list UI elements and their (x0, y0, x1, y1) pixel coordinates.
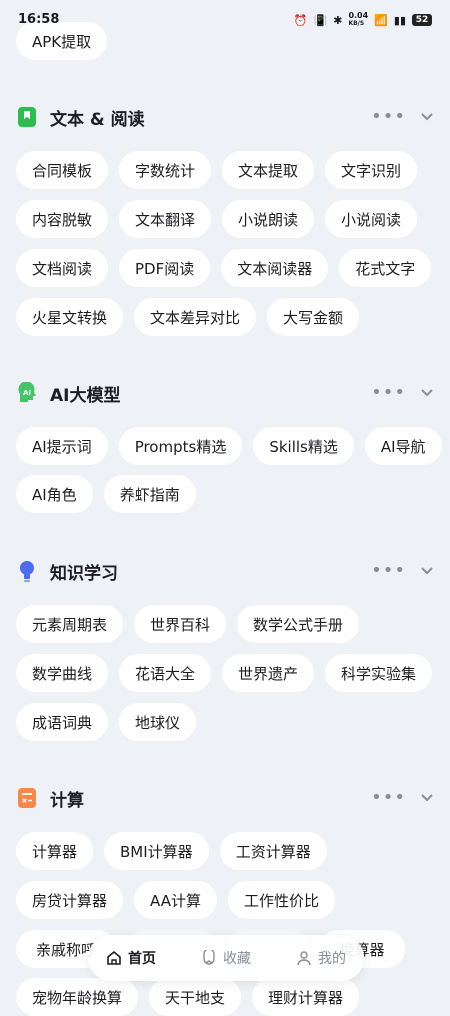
network-speed-unit: KB/S (348, 20, 365, 27)
user-icon (297, 951, 311, 966)
chip[interactable]: AI角色 (16, 475, 93, 513)
chevron-down-icon[interactable] (420, 791, 434, 805)
nav-home-label: 首页 (128, 951, 156, 967)
svg-text:AI: AI (23, 389, 31, 397)
nav-favorites-label: 收藏 (223, 951, 251, 967)
section-header-calculation: 计算 ••• (16, 783, 434, 813)
chip[interactable]: 文本差异对比 (134, 298, 257, 336)
alarm-icon: ⏰ (293, 13, 308, 27)
nav-favorites[interactable]: 收藏 (189, 939, 263, 977)
chip[interactable]: 花式文字 (339, 249, 432, 287)
bookmark-icon (16, 106, 38, 128)
chip[interactable]: 宠物年龄换算 (16, 978, 139, 1016)
chip[interactable]: 文档阅读 (16, 249, 109, 287)
chip[interactable]: Skills精选 (253, 427, 354, 465)
battery-icon: 52 (412, 14, 432, 26)
chip[interactable]: 养虾指南 (103, 475, 196, 513)
home-icon (107, 950, 121, 965)
section-title: 文本 & 阅读 (50, 109, 145, 130)
vibrate-icon: 📳 (313, 13, 328, 27)
nav-mine-label: 我的 (318, 951, 346, 967)
chip[interactable]: 元素周期表 (16, 605, 124, 643)
chip[interactable]: BMI计算器 (104, 832, 209, 870)
chip[interactable]: 内容脱敏 (16, 200, 109, 238)
chip[interactable]: 科学实验集 (325, 654, 433, 692)
signal-icon: ▮▮ (393, 13, 406, 27)
chip[interactable]: PDF阅读 (119, 249, 211, 287)
more-icon[interactable]: ••• (371, 384, 406, 402)
chip[interactable]: Prompts精选 (118, 427, 243, 465)
section-title: 计算 (50, 790, 84, 811)
chip[interactable]: 数学曲线 (16, 654, 109, 692)
section-header-text-reading: 文本 & 阅读 ••• (16, 102, 434, 132)
chip[interactable]: 小说朗读 (222, 200, 315, 238)
chip[interactable]: 地球仪 (119, 703, 197, 741)
chip[interactable]: 工作性价比 (227, 881, 335, 919)
chip[interactable]: 房贷计算器 (16, 881, 124, 919)
chip[interactable]: 文字识别 (325, 151, 418, 189)
chip[interactable]: 理财计算器 (252, 978, 360, 1016)
chip[interactable]: 数学公式手册 (237, 605, 360, 643)
status-time: 16:58 (18, 12, 60, 27)
chip[interactable]: AI导航 (364, 427, 442, 465)
chip[interactable]: 大写金额 (267, 298, 360, 336)
chip[interactable]: 工资计算器 (219, 832, 327, 870)
chip[interactable]: 世界遗产 (222, 654, 315, 692)
status-bar: 16:58 ⏰ 📳 ✱ 0.04 KB/S 📶 ▮▮ 52 (0, 0, 450, 40)
chip[interactable]: 成语词典 (16, 703, 109, 741)
nav-mine[interactable]: 我的 (284, 939, 358, 977)
more-icon[interactable]: ••• (371, 789, 406, 807)
chip[interactable]: AI提示词 (16, 427, 108, 465)
bluetooth-icon: ✱ (333, 13, 343, 27)
section-title: 知识学习 (50, 563, 118, 584)
bottom-nav: 首页 收藏 我的 (88, 935, 364, 981)
chevron-down-icon[interactable] (420, 386, 434, 400)
more-icon[interactable]: ••• (371, 562, 406, 580)
section-header-knowledge: 知识学习 ••• (16, 556, 434, 586)
chip[interactable]: 火星文转换 (16, 298, 124, 336)
chip[interactable]: 天干地支 (149, 978, 242, 1016)
chip[interactable]: 文本翻译 (119, 200, 212, 238)
chip[interactable]: 合同模板 (16, 151, 109, 189)
network-speed-value: 0.04 (348, 11, 369, 20)
nav-home[interactable]: 首页 (94, 939, 168, 977)
ai-head-icon: AI (16, 382, 38, 404)
chip[interactable]: 字数统计 (119, 151, 212, 189)
status-icons: ⏰ 📳 ✱ 0.04 KB/S 📶 ▮▮ 52 (294, 12, 432, 28)
chip[interactable]: 小说阅读 (325, 200, 418, 238)
chip[interactable]: 花语大全 (119, 654, 212, 692)
favorites-icon (203, 950, 215, 965)
chip[interactable]: AA计算 (134, 881, 217, 919)
section-title: AI大模型 (50, 385, 121, 406)
chevron-down-icon[interactable] (420, 564, 434, 578)
chevron-down-icon[interactable] (420, 110, 434, 124)
section-header-ai: AI AI大模型 ••• (16, 378, 434, 408)
chip[interactable]: 文本阅读器 (221, 249, 329, 287)
network-speed: 0.04 KB/S (348, 12, 368, 28)
chip[interactable]: 世界百科 (134, 605, 227, 643)
chip[interactable]: 文本提取 (222, 151, 315, 189)
wifi-icon: 📶 (374, 13, 388, 27)
more-icon[interactable]: ••• (371, 108, 406, 126)
chip[interactable]: 计算器 (16, 832, 94, 870)
lightbulb-icon (16, 560, 38, 582)
calculator-icon (16, 787, 38, 809)
